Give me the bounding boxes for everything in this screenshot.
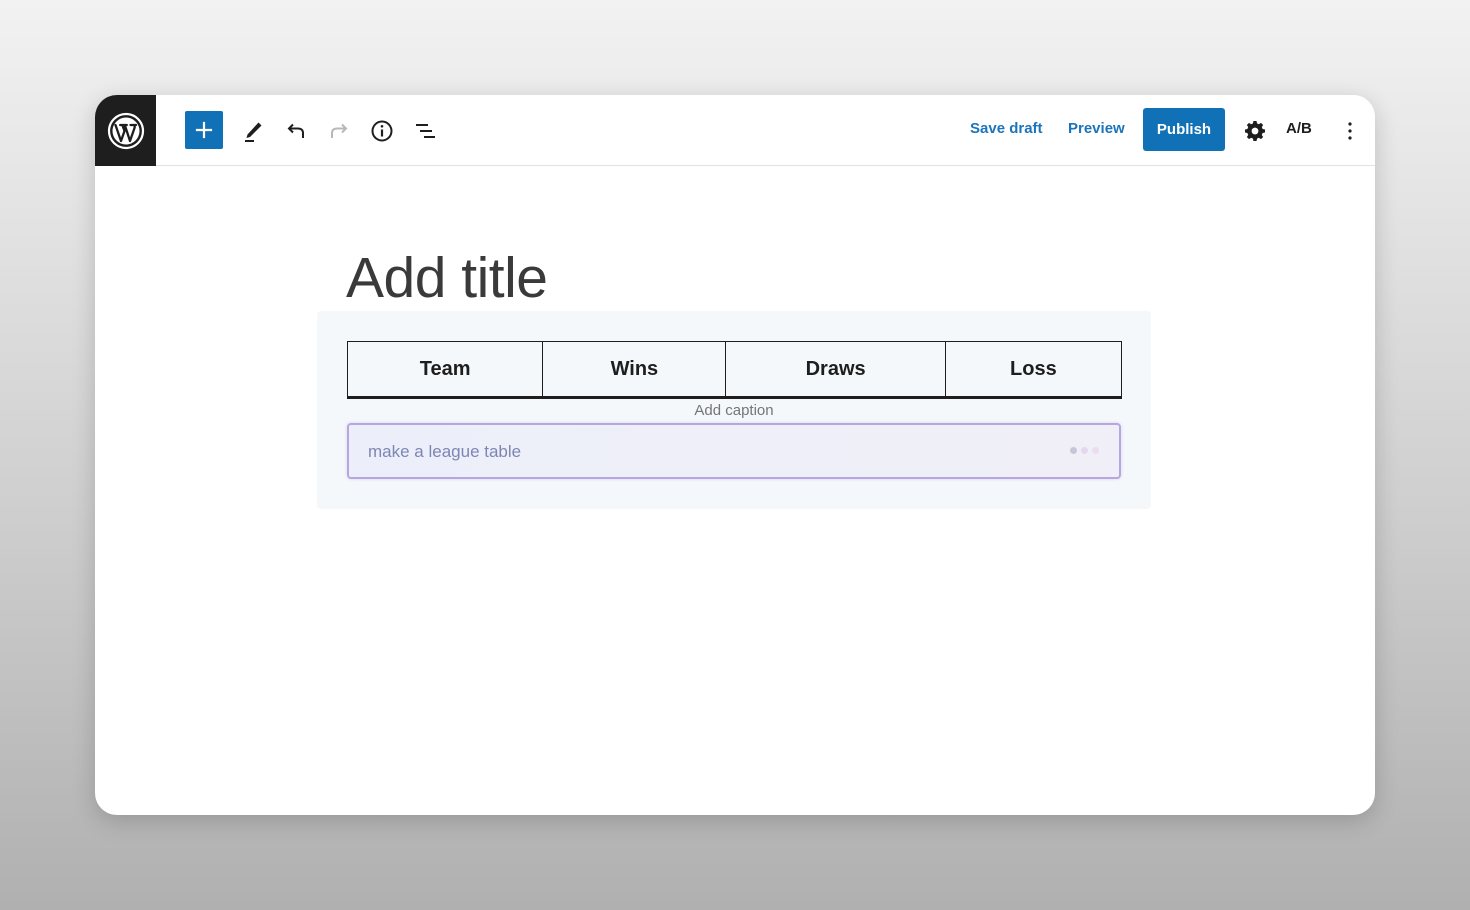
table-header-row: Team Wins Draws Loss [346, 341, 1123, 399]
ai-prompt-text[interactable]: make a league table [368, 442, 521, 462]
details-button[interactable] [364, 113, 400, 149]
pencil-icon [245, 122, 262, 142]
settings-button[interactable] [1237, 113, 1273, 149]
more-vertical-icon [1348, 122, 1352, 140]
editor-window: Save draft Preview Publish A/B Add title… [95, 95, 1375, 815]
publish-button[interactable]: Publish [1143, 108, 1225, 151]
ab-test-button[interactable]: A/B [1286, 120, 1312, 137]
table-caption-input[interactable]: Add caption [317, 402, 1151, 419]
plus-icon [195, 121, 213, 139]
table-header-cell[interactable]: Draws [725, 341, 946, 399]
redo-icon [331, 123, 348, 138]
league-table[interactable]: Team Wins Draws Loss [346, 341, 1123, 399]
list-view-button[interactable] [407, 113, 443, 149]
list-view-icon [416, 124, 435, 138]
info-icon [371, 120, 393, 142]
loading-dots-icon [1070, 447, 1099, 454]
wordpress-logo-button[interactable] [95, 95, 156, 166]
undo-button[interactable] [278, 113, 314, 149]
undo-icon [287, 123, 304, 138]
editor-toolbar: Save draft Preview Publish A/B [95, 95, 1375, 166]
redo-button[interactable] [321, 113, 357, 149]
add-block-button[interactable] [185, 111, 223, 149]
post-title-input[interactable]: Add title [346, 245, 548, 311]
table-block[interactable]: Team Wins Draws Loss Add caption make a … [317, 311, 1151, 509]
wordpress-logo-icon [107, 112, 144, 149]
table-header-cell[interactable]: Team [346, 341, 544, 399]
options-button[interactable] [1332, 113, 1368, 149]
preview-button[interactable]: Preview [1068, 120, 1125, 137]
save-draft-button[interactable]: Save draft [970, 120, 1043, 137]
gear-icon [1245, 121, 1265, 141]
tools-button[interactable] [235, 113, 271, 149]
ai-prompt-field[interactable]: make a league table [347, 423, 1121, 479]
table-header-cell[interactable]: Loss [944, 341, 1123, 399]
table-header-cell[interactable]: Wins [542, 341, 727, 399]
